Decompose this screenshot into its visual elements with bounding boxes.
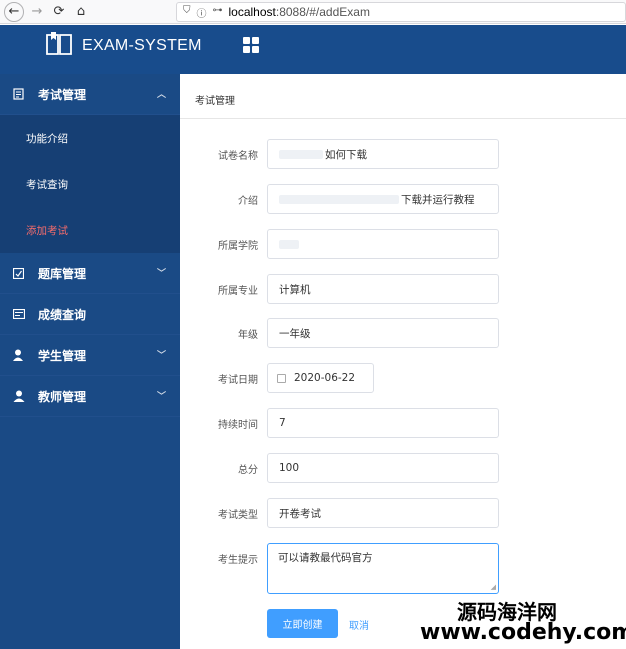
paper-name-input[interactable]: 如何下载: [267, 139, 499, 169]
shield-icon[interactable]: ⛉: [183, 5, 191, 20]
form-row-date: 考试日期 2020-06-22: [180, 363, 626, 393]
date-value: 2020-06-22: [294, 372, 356, 384]
major-label: 所属专业: [218, 286, 258, 297]
grid-menu-icon[interactable]: [243, 37, 259, 53]
form-row-major: 所属专业 计算机: [180, 274, 626, 304]
home-icon[interactable]: ⌂: [70, 1, 92, 23]
sidebar: 考试管理 ︿ 功能介绍 考试查询 添加考试 题库管理 ﹀ 成绩查询 学生管理 ﹀…: [0, 74, 180, 649]
college-label: 所属学院: [218, 241, 258, 252]
grade-input[interactable]: 一年级: [267, 318, 499, 348]
exam-type-input[interactable]: 开卷考试: [267, 498, 499, 528]
clipboard-icon: [12, 88, 25, 101]
form-row-type: 考试类型 开卷考试: [180, 498, 626, 528]
total-score-input[interactable]: 100: [267, 453, 499, 483]
sidebar-group-label: 学生管理: [38, 348, 87, 363]
calendar-icon: [277, 373, 286, 383]
score-icon: [12, 308, 25, 321]
intro-input[interactable]: 下载并运行教程: [267, 184, 499, 214]
student-icon: [12, 349, 25, 362]
paper-name-value: 如何下载: [325, 148, 367, 161]
duration-input[interactable]: 7: [267, 408, 499, 438]
form-row-college: 所属学院: [180, 229, 626, 259]
redacted-text: [279, 194, 399, 204]
tips-value: 可以请教最代码官方: [278, 552, 373, 564]
chevron-down-icon: ﹀: [156, 351, 166, 361]
date-label: 考试日期: [218, 375, 258, 386]
sidebar-group-label: 题库管理: [38, 266, 87, 281]
form-row-grade: 年级 一年级: [180, 318, 626, 348]
divider: [180, 118, 626, 119]
redacted-text: [279, 239, 299, 249]
tips-textarea[interactable]: 可以请教最代码官方 ◢: [267, 543, 499, 594]
address-bar[interactable]: ⛉ ⓘ ⊶ localhost:8088/#/addExam: [176, 2, 626, 22]
sidebar-item-add-exam[interactable]: 添加考试: [0, 207, 180, 253]
book-logo-icon: [46, 32, 72, 55]
chevron-down-icon: ﹀: [156, 392, 166, 402]
type-label: 考试类型: [218, 510, 258, 521]
app-title: EXAM-SYSTEM: [82, 37, 202, 54]
resize-handle-icon[interactable]: ◢: [491, 583, 496, 591]
url-path: :8088/#/addExam: [275, 5, 370, 19]
sidebar-group-label: 考试管理: [38, 87, 87, 102]
browser-toolbar: ← → ⟳ ⌂ ⛉ ⓘ ⊶ localhost:8088/#/addExam: [0, 0, 626, 24]
total-label: 总分: [238, 465, 258, 476]
app-header: EXAM-SYSTEM: [0, 25, 626, 74]
main-content: 考试管理 试卷名称 如何下载 介绍 下载并运行教程 所属学院 所属专业 计算机 …: [180, 74, 626, 649]
sidebar-group-score-query[interactable]: 成绩查询: [0, 294, 180, 335]
url-host: localhost: [228, 5, 276, 19]
intro-label: 介绍: [238, 196, 258, 207]
form-row-duration: 持续时间 7: [180, 408, 626, 438]
college-input[interactable]: [267, 229, 499, 259]
chevron-up-icon: ︿: [156, 90, 166, 100]
key-icon[interactable]: ⊶: [213, 5, 223, 20]
breadcrumb: 考试管理: [195, 96, 235, 107]
sidebar-group-question-bank[interactable]: 题库管理 ﹀: [0, 253, 180, 294]
cancel-button[interactable]: 取消: [349, 617, 369, 632]
sidebar-group-label: 成绩查询: [38, 307, 87, 322]
sidebar-item-exam-query[interactable]: 考试查询: [0, 161, 180, 207]
date-picker[interactable]: 2020-06-22: [267, 363, 374, 393]
form-row-paper-name: 试卷名称 如何下载: [180, 139, 626, 169]
sidebar-group-teacher-management[interactable]: 教师管理 ﹀: [0, 376, 180, 417]
sidebar-item-feature-intro[interactable]: 功能介绍: [0, 115, 180, 161]
redacted-text: [279, 149, 323, 159]
teacher-icon: [12, 390, 25, 403]
sidebar-group-label: 教师管理: [38, 389, 87, 404]
watermark-url: www.codehy.com: [420, 620, 626, 645]
forward-arrow-icon[interactable]: →: [26, 1, 48, 23]
duration-label: 持续时间: [218, 420, 258, 431]
intro-value: 下载并运行教程: [401, 193, 475, 206]
chevron-down-icon: ﹀: [156, 269, 166, 279]
create-button[interactable]: 立即创建: [267, 609, 338, 638]
sidebar-group-student-management[interactable]: 学生管理 ﹀: [0, 335, 180, 376]
grade-label: 年级: [238, 330, 258, 341]
back-arrow-icon[interactable]: ←: [4, 1, 24, 22]
info-icon[interactable]: ⓘ: [197, 5, 207, 20]
form-row-intro: 介绍 下载并运行教程: [180, 184, 626, 214]
sidebar-group-exam-management[interactable]: 考试管理 ︿: [0, 74, 180, 115]
tips-label: 考生提示: [218, 555, 258, 566]
reload-icon[interactable]: ⟳: [48, 1, 70, 23]
form-row-total: 总分 100: [180, 453, 626, 483]
question-bank-icon: [12, 267, 25, 280]
paper-name-label: 试卷名称: [218, 151, 258, 162]
form-row-tips: 考生提示 可以请教最代码官方 ◢: [180, 543, 626, 595]
major-input[interactable]: 计算机: [267, 274, 499, 304]
